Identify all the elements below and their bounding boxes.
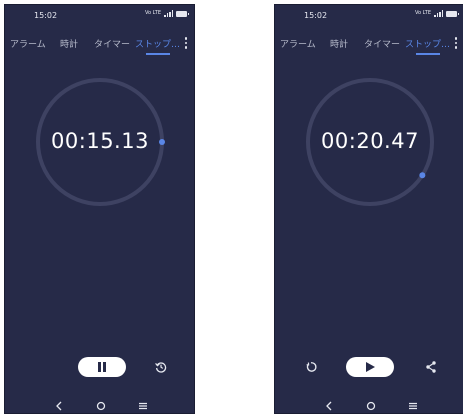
tab-clock[interactable]: 時計 xyxy=(60,37,78,50)
play-button[interactable] xyxy=(346,357,394,377)
tab-stopwatch[interactable]: ストップ… xyxy=(135,37,180,50)
lap-history-button[interactable] xyxy=(153,359,169,375)
share-icon xyxy=(426,361,436,373)
progress-dot xyxy=(419,172,426,179)
stopwatch-dial: 00:20.47 xyxy=(303,75,437,209)
tab-timer[interactable]: タイマー xyxy=(364,37,400,50)
lap-history-icon xyxy=(155,362,167,373)
pause-button[interactable] xyxy=(78,357,126,377)
pause-icon xyxy=(98,362,106,372)
home-icon[interactable] xyxy=(364,399,378,413)
volte-indicator: Vo LTE xyxy=(145,10,161,16)
back-icon[interactable] xyxy=(52,399,66,413)
status-bar: 15:02 Vo LTE xyxy=(275,5,463,25)
stopwatch-time: 00:20.47 xyxy=(321,129,419,153)
reset-icon xyxy=(306,362,317,372)
signal-icon xyxy=(164,10,173,17)
battery-icon xyxy=(446,10,459,17)
recents-icon[interactable] xyxy=(136,399,150,413)
battery-icon xyxy=(176,10,189,17)
tab-alarm[interactable]: アラーム xyxy=(10,37,46,50)
active-tab-indicator xyxy=(416,53,440,55)
recents-icon[interactable] xyxy=(406,399,420,413)
tab-clock[interactable]: 時計 xyxy=(330,37,348,50)
back-icon[interactable] xyxy=(322,399,336,413)
share-button[interactable] xyxy=(423,359,439,375)
reset-button[interactable] xyxy=(303,359,319,375)
status-time: 15:02 xyxy=(304,11,328,20)
phone-screen-running: 15:02 Vo LTE アラーム 時計 タイマー ストップ… 00:15.13 xyxy=(4,4,195,414)
volte-indicator: Vo LTE xyxy=(415,10,431,16)
tab-stopwatch[interactable]: ストップ… xyxy=(405,37,450,50)
status-icons: Vo LTE xyxy=(145,10,189,17)
tab-alarm[interactable]: アラーム xyxy=(280,37,316,50)
home-icon[interactable] xyxy=(94,399,108,413)
more-options-icon[interactable] xyxy=(454,37,457,49)
phone-screen-paused: 15:02 Vo LTE アラーム 時計 タイマー ストップ… 00:20.47 xyxy=(274,4,463,414)
play-icon xyxy=(366,362,375,372)
active-tab-indicator xyxy=(146,53,170,55)
signal-icon xyxy=(434,10,443,17)
system-nav-bar xyxy=(275,399,463,413)
stopwatch-dial: 00:15.13 xyxy=(33,75,167,209)
system-nav-bar xyxy=(5,399,194,413)
tab-timer[interactable]: タイマー xyxy=(94,37,130,50)
status-icons: Vo LTE xyxy=(415,10,459,17)
status-bar: 15:02 Vo LTE xyxy=(5,5,194,25)
tab-bar: アラーム 時計 タイマー ストップ… xyxy=(5,33,194,55)
stopwatch-time: 00:15.13 xyxy=(51,129,149,153)
status-time: 15:02 xyxy=(34,11,58,20)
tab-bar: アラーム 時計 タイマー ストップ… xyxy=(275,33,463,55)
more-options-icon[interactable] xyxy=(184,37,187,49)
